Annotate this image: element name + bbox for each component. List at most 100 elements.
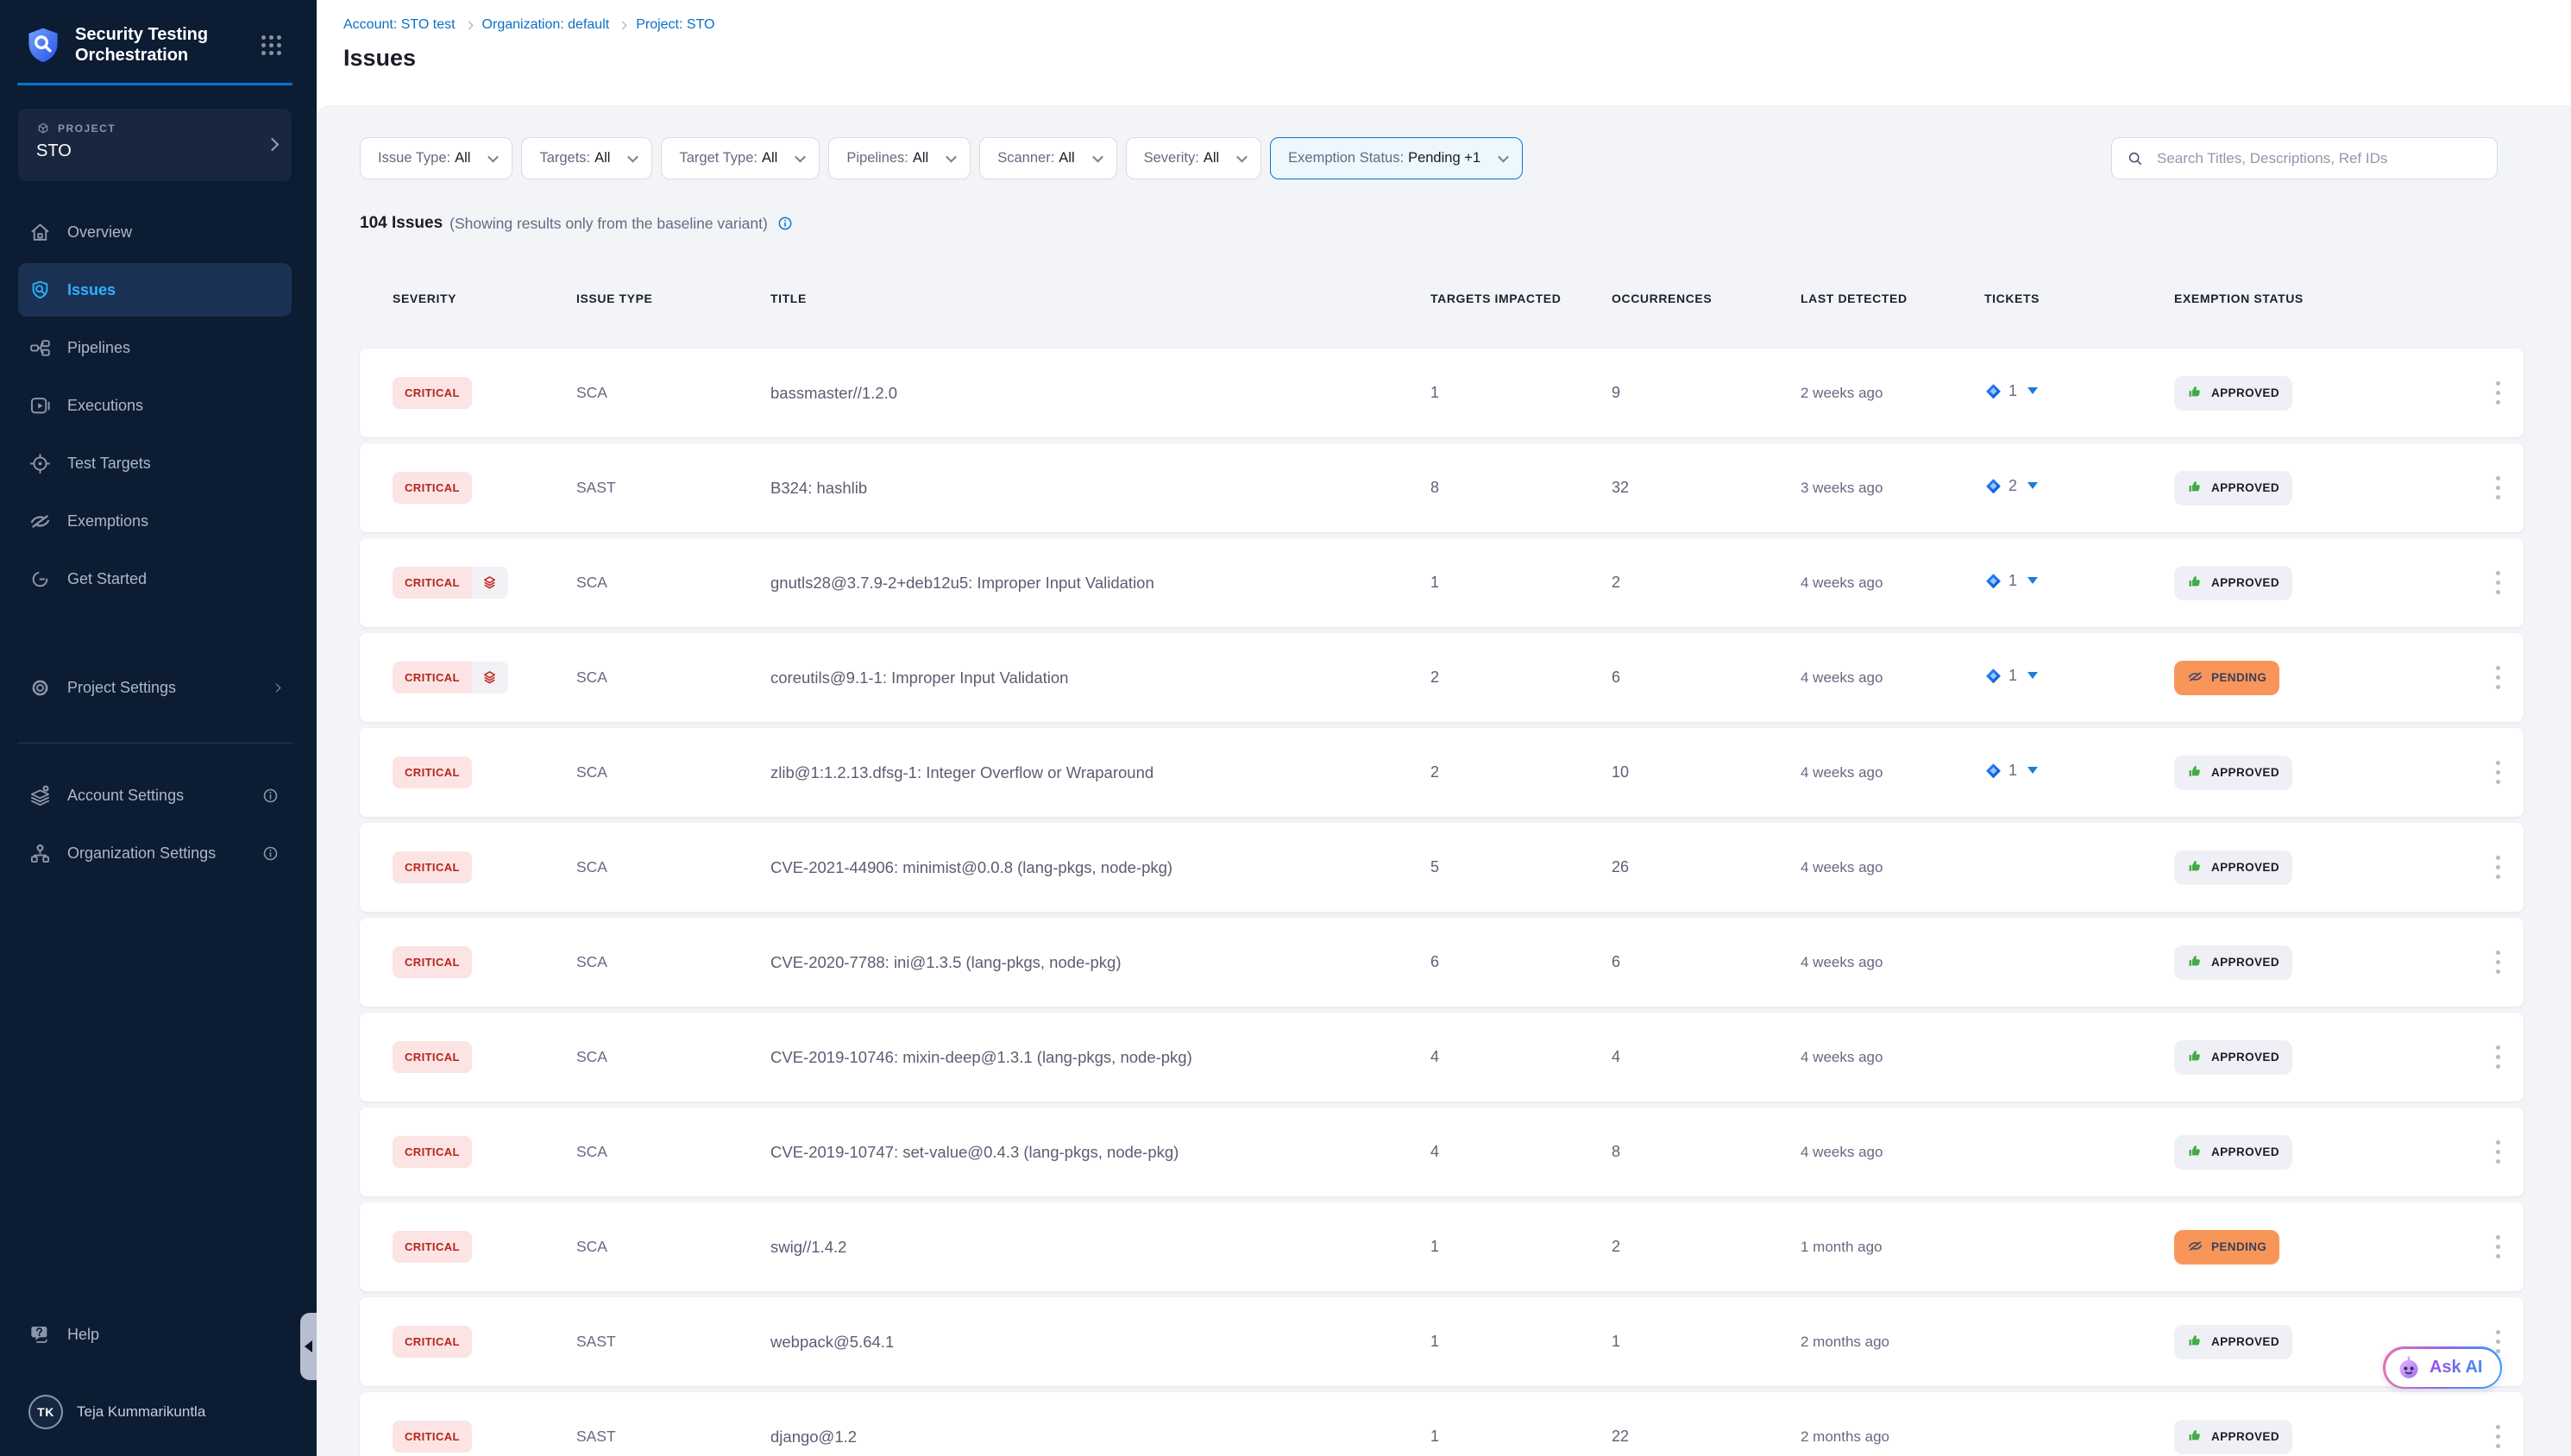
severity-cell: CRITICAL	[393, 567, 576, 599]
filter-label: Scanner:	[997, 150, 1054, 166]
filter-pipelines[interactable]: Pipelines:All	[828, 137, 971, 179]
table-row[interactable]: CRITICALSCAgnutls28@3.7.9-2+deb12u5: Imp…	[360, 538, 2524, 627]
table-row[interactable]: CRITICALSCACVE-2020-7788: ini@1.3.5 (lan…	[360, 918, 2524, 1007]
status-label: APPROVED	[2211, 766, 2279, 779]
sidebar-item-label: Overview	[67, 223, 132, 242]
ticket-dropdown[interactable]: 1	[1984, 382, 2038, 400]
sidebar-item-project-settings[interactable]: Project Settings	[18, 661, 292, 714]
status-badge: APPROVED	[2174, 945, 2292, 980]
column-header-title: TITLE	[770, 292, 1430, 305]
row-menu-kebab-icon[interactable]	[2487, 1135, 2508, 1169]
severity-badge: CRITICAL	[393, 1326, 472, 1358]
sidebar-item-test-targets[interactable]: Test Targets	[18, 436, 292, 490]
filter-severity[interactable]: Severity:All	[1126, 137, 1262, 179]
breadcrumb-project-link[interactable]: Project: STO	[636, 17, 714, 33]
filter-target-type[interactable]: Target Type:All	[661, 137, 820, 179]
sidebar-item-account-settings[interactable]: Account Settings	[18, 769, 292, 822]
sidebar-item-exemptions[interactable]: Exemptions	[18, 494, 292, 548]
breadcrumb-org-link[interactable]: Organization: default	[482, 17, 610, 33]
targets-impacted: 5	[1430, 858, 1612, 876]
severity-cell: CRITICAL	[393, 756, 576, 788]
occurrences: 6	[1612, 953, 1801, 971]
row-menu-kebab-icon[interactable]	[2487, 661, 2508, 694]
sidebar-accent-line	[17, 83, 292, 85]
info-icon[interactable]	[776, 215, 794, 232]
info-icon[interactable]	[261, 787, 280, 805]
app-switcher-grid-icon[interactable]	[261, 35, 281, 55]
row-menu-kebab-icon[interactable]	[2487, 756, 2508, 789]
filter-value: All	[762, 150, 777, 166]
row-menu-kebab-icon[interactable]	[2487, 566, 2508, 599]
sidebar-item-label: Get Started	[67, 570, 147, 588]
occurrences: 1	[1612, 1333, 1801, 1351]
table-row[interactable]: CRITICALSASTdjango@1.21222 months agoAPP…	[360, 1392, 2524, 1456]
severity-label: CRITICAL	[393, 662, 472, 693]
row-menu-kebab-icon[interactable]	[2487, 1040, 2508, 1074]
help-label: Help	[67, 1326, 99, 1344]
issues-summary: 104 Issues (Showing results only from th…	[360, 214, 2524, 233]
sidebar-item-executions[interactable]: Executions	[18, 379, 292, 432]
sidebar-item-help[interactable]: Help	[18, 1308, 292, 1361]
table-row[interactable]: CRITICALSCACVE-2019-10746: mixin-deep@1.…	[360, 1013, 2524, 1101]
exemption-status-cell: APPROVED	[2174, 471, 2476, 505]
filter-issue-type[interactable]: Issue Type:All	[360, 137, 512, 179]
row-menu-kebab-icon[interactable]	[2487, 945, 2508, 979]
severity-badge: CRITICAL	[393, 1231, 472, 1263]
tickets-cell: 1	[1984, 762, 2174, 784]
ask-ai-button[interactable]: Ask AI	[2383, 1346, 2502, 1389]
search-input[interactable]	[2155, 149, 2485, 168]
status-label: APPROVED	[2211, 386, 2279, 399]
ticket-dropdown[interactable]: 2	[1984, 477, 2038, 495]
filter-targets[interactable]: Targets:All	[521, 137, 652, 179]
table-row[interactable]: CRITICALSCAbassmaster//1.2.0192 weeks ag…	[360, 348, 2524, 437]
row-menu-kebab-icon[interactable]	[2487, 1420, 2508, 1453]
table-row[interactable]: CRITICALSCAcoreutils@9.1-1: Improper Inp…	[360, 633, 2524, 722]
org-gear-icon	[28, 842, 52, 865]
filter-value: All	[594, 150, 610, 166]
filter-exemption-status[interactable]: Exemption Status:Pending +1	[1270, 137, 1523, 179]
sidebar-item-get-started[interactable]: Get Started	[18, 552, 292, 606]
exemption-status-cell: APPROVED	[2174, 1420, 2476, 1454]
ticket-dropdown[interactable]: 1	[1984, 762, 2038, 780]
row-menu-kebab-icon[interactable]	[2487, 850, 2508, 884]
search-icon	[2126, 149, 2144, 167]
sidebar-item-organization-settings[interactable]: Organization Settings	[18, 826, 292, 880]
table-row[interactable]: CRITICALSCAswig//1.4.2121 month agoPENDI…	[360, 1202, 2524, 1291]
help-chat-icon	[28, 1323, 52, 1346]
issue-title: B324: hashlib	[770, 479, 1430, 498]
table-row[interactable]: CRITICALSASTwebpack@5.64.1112 months ago…	[360, 1297, 2524, 1386]
filter-label: Severity:	[1144, 150, 1199, 166]
sidebar-collapse-handle[interactable]	[300, 1313, 317, 1380]
sidebar-item-pipelines[interactable]: Pipelines	[18, 321, 292, 374]
issue-title: gnutls28@3.7.9-2+deb12u5: Improper Input…	[770, 574, 1430, 593]
filter-scanner[interactable]: Scanner:All	[979, 137, 1116, 179]
row-menu-kebab-icon[interactable]	[2487, 471, 2508, 505]
user-profile[interactable]: TK Teja Kummarikuntla	[18, 1385, 292, 1439]
last-detected: 2 months ago	[1801, 1334, 1984, 1351]
table-row[interactable]: CRITICALSCACVE-2021-44906: minimist@0.0.…	[360, 823, 2524, 912]
ticket-dropdown[interactable]: 1	[1984, 572, 2038, 590]
occurrences: 2	[1612, 1238, 1801, 1256]
sidebar-item-overview[interactable]: Overview	[18, 205, 292, 259]
table-row[interactable]: CRITICALSASTB324: hashlib8323 weeks ago2…	[360, 443, 2524, 532]
severity-badge: CRITICAL	[393, 377, 472, 409]
last-detected: 4 weeks ago	[1801, 859, 1984, 876]
targets-impacted: 1	[1430, 1428, 1612, 1446]
severity-label: CRITICAL	[393, 377, 472, 409]
project-selector[interactable]: PROJECT STO	[18, 109, 292, 181]
ticket-dropdown[interactable]: 1	[1984, 667, 2038, 685]
filter-label: Pipelines:	[846, 150, 908, 166]
breadcrumb-account-link[interactable]: Account: STO test	[343, 17, 456, 33]
table-row[interactable]: CRITICALSCACVE-2019-10747: set-value@0.4…	[360, 1108, 2524, 1196]
issue-title: CVE-2019-10747: set-value@0.4.3 (lang-pk…	[770, 1143, 1430, 1162]
exemption-status-cell: APPROVED	[2174, 566, 2476, 600]
sidebar-item-issues[interactable]: Issues	[18, 263, 292, 317]
row-menu-kebab-icon[interactable]	[2487, 376, 2508, 410]
table-row[interactable]: CRITICALSCAzlib@1:1.2.13.dfsg-1: Integer…	[360, 728, 2524, 817]
occurrences: 22	[1612, 1428, 1801, 1446]
jira-icon	[1984, 477, 2002, 495]
row-menu-kebab-icon[interactable]	[2487, 1230, 2508, 1264]
info-icon[interactable]	[261, 844, 280, 863]
severity-label: CRITICAL	[393, 851, 472, 883]
thumbs-up-icon	[2187, 858, 2203, 877]
